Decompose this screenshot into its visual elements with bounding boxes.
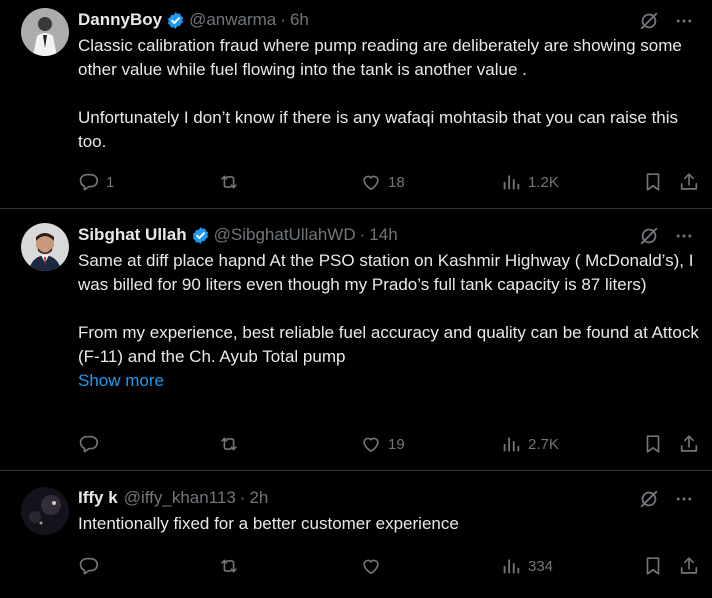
avatar-image bbox=[21, 487, 69, 535]
tweet-text: Classic calibration fraud where pump rea… bbox=[78, 34, 700, 154]
like-button[interactable]: 18 bbox=[360, 170, 405, 194]
views-button[interactable]: 2.7K bbox=[500, 432, 559, 456]
heart-icon bbox=[360, 171, 382, 193]
view-count: 1.2K bbox=[528, 173, 559, 191]
retweet-button[interactable] bbox=[218, 554, 246, 578]
heart-icon bbox=[360, 433, 382, 455]
retweet-icon bbox=[218, 555, 240, 577]
avatar[interactable] bbox=[21, 223, 69, 271]
grok-icon[interactable] bbox=[638, 10, 660, 32]
bookmark-icon bbox=[642, 555, 664, 577]
tweet-paragraph: Classic calibration fraud where pump rea… bbox=[78, 36, 682, 79]
tweet-paragraph: Same at diff place hapnd At the PSO stat… bbox=[78, 251, 694, 294]
bookmark-button[interactable] bbox=[642, 432, 664, 456]
reply-icon bbox=[78, 555, 100, 577]
author-name[interactable]: Iffy k bbox=[78, 488, 118, 508]
share-icon bbox=[678, 171, 700, 193]
verified-badge-icon bbox=[191, 226, 210, 245]
avatar[interactable] bbox=[21, 8, 69, 56]
bookmark-icon bbox=[642, 171, 664, 193]
reply-button[interactable] bbox=[78, 554, 106, 578]
reply-icon bbox=[78, 171, 100, 193]
views-button[interactable]: 1.2K bbox=[500, 170, 559, 194]
tweet-paragraph: Intentionally fixed for a better custome… bbox=[78, 514, 459, 533]
more-icon[interactable] bbox=[674, 11, 694, 31]
tweet-actions: 334 bbox=[78, 554, 694, 578]
separator-dot: · bbox=[359, 225, 366, 244]
tweet-actions: 1 18 1.2K bbox=[78, 170, 694, 194]
more-icon[interactable] bbox=[674, 489, 694, 509]
like-count: 19 bbox=[388, 435, 405, 453]
tweet-paragraph: From my experience, best reliable fuel a… bbox=[78, 323, 699, 366]
tweet[interactable]: Sibghat Ullah @SibghatUllahWD · 14h Same… bbox=[0, 209, 712, 471]
share-button[interactable] bbox=[678, 170, 700, 194]
tweet-text: Intentionally fixed for a better custome… bbox=[78, 512, 700, 536]
author-handle[interactable]: @iffy_khan113 bbox=[124, 488, 236, 508]
view-count: 334 bbox=[528, 557, 554, 575]
reply-button[interactable]: 1 bbox=[78, 170, 114, 194]
bookmark-button[interactable] bbox=[642, 170, 664, 194]
tweet-time[interactable]: 2h bbox=[249, 488, 268, 508]
retweet-icon bbox=[218, 171, 240, 193]
verified-badge-icon bbox=[166, 11, 185, 30]
grok-icon[interactable] bbox=[638, 488, 660, 510]
author-name[interactable]: Sibghat Ullah bbox=[78, 225, 187, 245]
heart-icon bbox=[360, 555, 382, 577]
share-button[interactable] bbox=[678, 554, 700, 578]
retweet-icon bbox=[218, 433, 240, 455]
views-button[interactable]: 334 bbox=[500, 554, 553, 578]
like-button[interactable]: 19 bbox=[360, 432, 405, 456]
views-icon bbox=[500, 555, 522, 577]
share-icon bbox=[678, 555, 700, 577]
author-name[interactable]: DannyBoy bbox=[78, 10, 162, 30]
share-button[interactable] bbox=[678, 432, 700, 456]
views-icon bbox=[500, 433, 522, 455]
reply-count: 1 bbox=[106, 173, 115, 191]
tweet[interactable]: DannyBoy @anwarma · 6h Classic calibrati… bbox=[0, 0, 712, 209]
tweet-time[interactable]: 14h bbox=[369, 225, 397, 245]
author-handle[interactable]: @anwarma bbox=[189, 10, 276, 30]
bookmark-icon bbox=[642, 433, 664, 455]
tweet[interactable]: Iffy k @iffy_khan113 · 2h Intentionally … bbox=[0, 471, 712, 589]
share-icon bbox=[678, 433, 700, 455]
view-count: 2.7K bbox=[528, 435, 559, 453]
avatar-image bbox=[21, 223, 69, 271]
grok-icon[interactable] bbox=[638, 225, 660, 247]
retweet-button[interactable] bbox=[218, 432, 246, 456]
avatar-image bbox=[21, 8, 69, 56]
tweet-actions: 19 2.7K bbox=[78, 432, 694, 456]
like-count: 18 bbox=[388, 173, 405, 191]
show-more-link[interactable]: Show more bbox=[78, 369, 700, 393]
bookmark-button[interactable] bbox=[642, 554, 664, 578]
tweet-time[interactable]: 6h bbox=[290, 10, 309, 30]
tweet-text: Same at diff place hapnd At the PSO stat… bbox=[78, 249, 700, 393]
reply-button[interactable] bbox=[78, 432, 106, 456]
separator-dot: · bbox=[239, 488, 246, 507]
author-handle[interactable]: @SibghatUllahWD bbox=[214, 225, 356, 245]
separator-dot: · bbox=[280, 10, 286, 29]
more-icon[interactable] bbox=[674, 226, 694, 246]
avatar[interactable] bbox=[21, 487, 69, 535]
reply-icon bbox=[78, 433, 100, 455]
tweet-paragraph: Unfortunately I don’t know if there is a… bbox=[78, 108, 679, 151]
views-icon bbox=[500, 171, 522, 193]
retweet-button[interactable] bbox=[218, 170, 246, 194]
like-button[interactable] bbox=[360, 554, 388, 578]
